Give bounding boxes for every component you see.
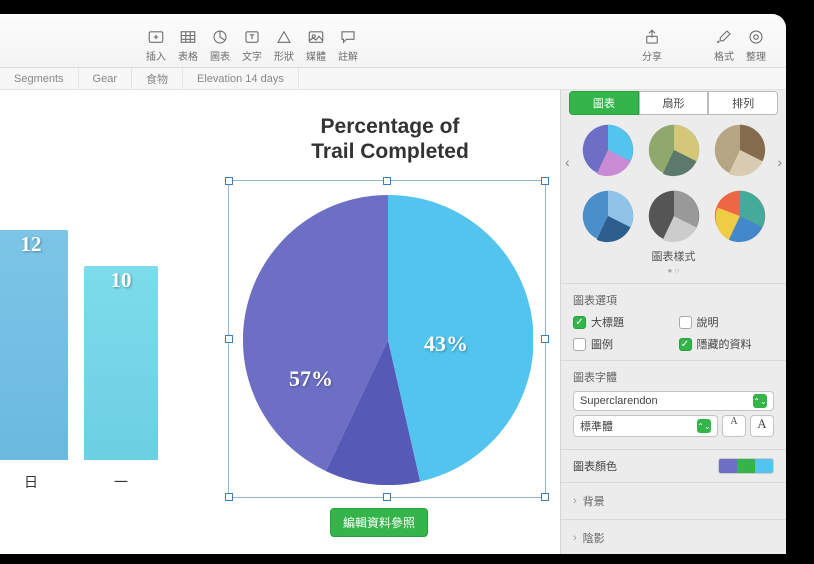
sheet-tabs: Segments Gear 食物 Elevation 14 days	[0, 68, 786, 90]
swatch	[737, 459, 755, 473]
checkbox-icon	[573, 338, 586, 351]
style-prev[interactable]: ‹	[565, 154, 570, 170]
bar-1: 12	[0, 230, 68, 460]
share-icon	[643, 28, 661, 46]
bar-2-value: 10	[84, 268, 158, 293]
toolbar-comment[interactable]: 註解	[332, 28, 364, 63]
resize-handle[interactable]	[541, 493, 549, 501]
chart-color-section: 圖表顏色	[561, 449, 786, 482]
tab-elevation[interactable]: Elevation 14 days	[183, 68, 299, 89]
style-label: 圖表樣式	[561, 248, 786, 266]
shadow-disclosure[interactable]: 陰影	[561, 519, 786, 554]
inspector-tabs: 圖表 扇形 排列	[561, 90, 786, 112]
inspector-panel: 圖表 扇形 排列 ‹ › 圖表樣式 ● ○ 圖表選項 ✓	[560, 90, 786, 554]
canvas[interactable]: 12 10 日 一 Percentage of Trail Completed	[0, 90, 560, 554]
bar-2: 10	[84, 266, 158, 460]
font-larger-button[interactable]: A	[750, 415, 774, 437]
font-title: 圖表字體	[573, 369, 774, 385]
color-swatches[interactable]	[718, 458, 774, 474]
color-title: 圖表顏色	[573, 458, 617, 474]
checkbox-hidden-data[interactable]: ✓ 隱藏的資料	[679, 336, 775, 352]
style-thumb-3[interactable]	[712, 122, 768, 178]
resize-handle[interactable]	[541, 177, 549, 185]
font-family-select[interactable]: Superclarendon ⌃⌄	[573, 391, 774, 411]
pie-label-right: 43%	[424, 331, 468, 357]
bar-chart[interactable]: 12 10 日 一	[0, 160, 204, 520]
pie-chart[interactable]	[243, 195, 533, 485]
style-thumb-2[interactable]	[646, 122, 702, 178]
toolbar-chart[interactable]: 圖表	[204, 28, 236, 63]
options-title: 圖表選項	[573, 292, 774, 308]
comment-icon	[339, 28, 357, 46]
style-thumb-1[interactable]	[580, 122, 636, 178]
resize-handle[interactable]	[225, 335, 233, 343]
toolbar-arrange[interactable]: 整理	[740, 28, 772, 63]
chart-style-picker: ‹ ›	[561, 112, 786, 248]
axis-label-one: 一	[114, 472, 128, 492]
font-smaller-button[interactable]: A	[722, 415, 746, 437]
pie-chart-selection[interactable]: 43% 57%	[228, 180, 546, 498]
swatch	[719, 459, 737, 473]
checkbox-icon: ✓	[573, 316, 586, 329]
checkbox-caption[interactable]: 說明	[679, 314, 775, 330]
tab-food[interactable]: 食物	[132, 68, 183, 89]
tab-gear[interactable]: Gear	[79, 68, 132, 89]
axis-label-day: 日	[24, 472, 38, 492]
chart-options-section: 圖表選項 ✓ 大標題 說明 圖例 ✓	[561, 283, 786, 360]
toolbar: 插入 表格 圖表 文字 形狀 媒體	[0, 14, 786, 68]
media-icon	[307, 28, 325, 46]
text-icon	[243, 28, 261, 46]
tab-segments[interactable]: Segments	[0, 68, 79, 89]
toolbar-share[interactable]: 分享	[636, 28, 668, 63]
checkbox-icon: ✓	[679, 338, 692, 351]
resize-handle[interactable]	[383, 177, 391, 185]
toolbar-insert[interactable]: 插入	[140, 28, 172, 63]
resize-handle[interactable]	[383, 493, 391, 501]
pie-label-left: 57%	[289, 366, 333, 392]
resize-handle[interactable]	[225, 177, 233, 185]
toolbar-text[interactable]: 文字	[236, 28, 268, 63]
chart-font-section: 圖表字體 Superclarendon ⌃⌄ 標準體 ⌃⌄ A A	[561, 360, 786, 449]
background-disclosure[interactable]: 背景	[561, 482, 786, 519]
resize-handle[interactable]	[541, 335, 549, 343]
toolbar-table[interactable]: 表格	[172, 28, 204, 63]
style-pager-dots: ● ○	[561, 266, 786, 283]
dropdown-icon: ⌃⌄	[697, 419, 711, 433]
toolbar-shape[interactable]: 形狀	[268, 28, 300, 63]
checkbox-legend[interactable]: 圖例	[573, 336, 669, 352]
style-thumb-6[interactable]	[712, 188, 768, 244]
toolbar-media[interactable]: 媒體	[300, 28, 332, 63]
style-next[interactable]: ›	[777, 154, 782, 170]
swatch	[755, 459, 773, 473]
arrange-icon	[747, 28, 765, 46]
checkbox-title[interactable]: ✓ 大標題	[573, 314, 669, 330]
checkbox-icon	[679, 316, 692, 329]
style-thumb-4[interactable]	[580, 188, 636, 244]
font-weight-select[interactable]: 標準體 ⌃⌄	[573, 415, 718, 437]
shape-icon	[275, 28, 293, 46]
pie-icon	[211, 28, 229, 46]
toolbar-format[interactable]: 格式	[708, 28, 740, 63]
table-icon	[179, 28, 197, 46]
brush-icon	[715, 28, 733, 46]
edit-data-button[interactable]: 編輯資料參照	[330, 508, 428, 537]
plus-box-icon	[147, 28, 165, 46]
dropdown-icon: ⌃⌄	[753, 394, 767, 408]
chart-title[interactable]: Percentage of Trail Completed	[250, 114, 530, 164]
bar-1-value: 12	[0, 232, 68, 257]
resize-handle[interactable]	[225, 493, 233, 501]
style-thumb-5[interactable]	[646, 188, 702, 244]
